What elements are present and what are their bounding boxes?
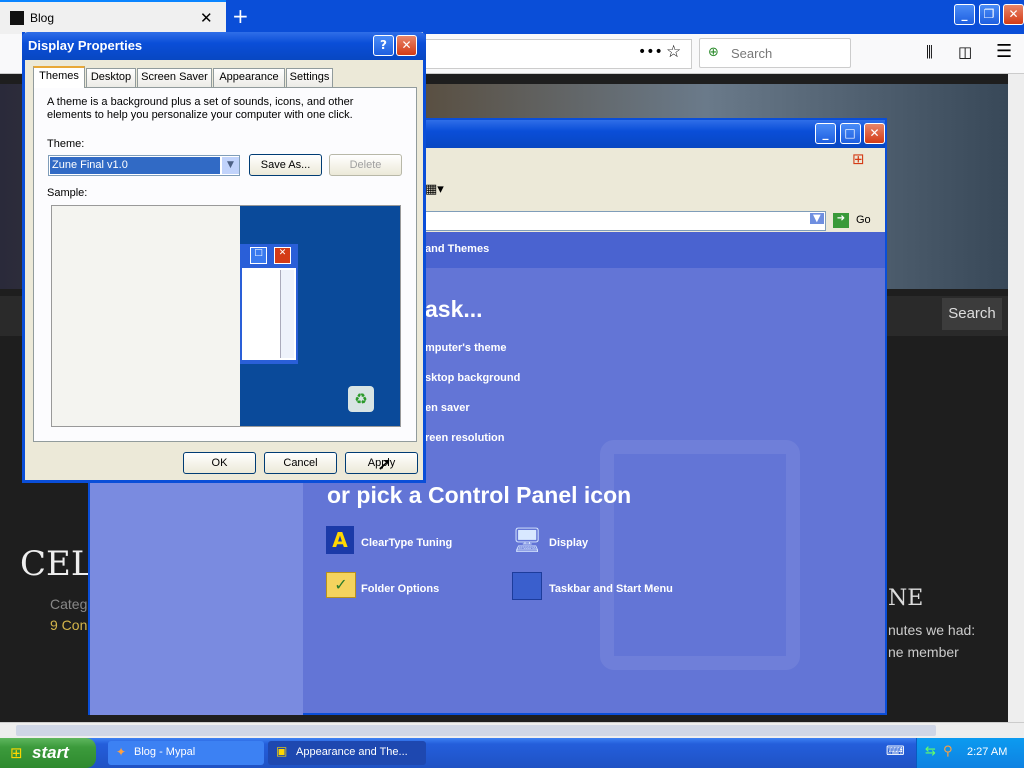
browser-app-icon: ✦ [116, 745, 127, 759]
library-icon[interactable]: ⫼ [926, 43, 933, 61]
taskbar-item-control-panel[interactable]: ▣ Appearance and The... [268, 741, 426, 765]
theme-description: A theme is a background plus a set of so… [47, 96, 354, 121]
icon-heading: or pick a Control Panel icon [327, 482, 632, 508]
window-controls: _ ❐ ✕ [954, 4, 1024, 25]
go-button[interactable]: Go [856, 214, 871, 226]
sample-window: □ ✕ [240, 244, 298, 364]
cleartype-icon[interactable]: A [326, 526, 354, 554]
post-category: Categ [50, 596, 88, 612]
cp-watermark [600, 440, 800, 670]
start-button[interactable]: ⊞ start [0, 738, 96, 768]
sample-restore-icon: □ [250, 247, 267, 264]
taskbar: ⊞ start ✦ Blog - Mypal ▣ Appearance and … [0, 738, 1024, 768]
sample-preview: □ ✕ ♻ [51, 205, 401, 427]
cp-maximize-icon[interactable]: □ [839, 123, 861, 144]
close-icon[interactable]: ✕ [1003, 4, 1024, 25]
site-search-button[interactable]: Search [942, 298, 1002, 330]
cp-window-controls: _ □ ✕ [815, 123, 885, 144]
ok-button[interactable]: OK [183, 452, 256, 474]
taskbar-item-label: Appearance and The... [296, 746, 408, 758]
go-icon[interactable]: ➜ [833, 213, 849, 228]
scroll-thumb[interactable] [16, 725, 936, 736]
cancel-button[interactable]: Cancel [264, 452, 337, 474]
site-favicon-icon [10, 11, 24, 25]
cp-minimize-icon[interactable]: _ [815, 123, 836, 144]
tab-desktop[interactable]: Desktop [86, 68, 136, 87]
tab-appearance[interactable]: Appearance [213, 68, 285, 87]
sample-side-panel [52, 206, 240, 426]
task-theme[interactable]: mputer's theme [425, 342, 506, 354]
dialog-titlebar: Display Properties ? ✕ [22, 32, 426, 60]
windows-logo-icon: ⊞ [10, 744, 23, 762]
system-tray: ⇆ ⚲ 2:27 AM [916, 738, 1024, 768]
control-panel-app-icon: ▣ [276, 744, 288, 758]
clock: 2:27 AM [967, 746, 1008, 758]
theme-select-value: Zune Final v1.0 [50, 157, 220, 174]
vertical-scrollbar[interactable] [1008, 74, 1024, 722]
browser-tabbar: Blog ✕ + _ ❐ ✕ [0, 0, 1024, 34]
task-heading: ask... [425, 296, 483, 322]
side-text-1: nutes we had: [888, 622, 976, 638]
minimize-icon[interactable]: _ [954, 4, 975, 25]
page-actions-icon[interactable]: ••• [638, 44, 663, 60]
task-screen-saver[interactable]: en saver [425, 402, 470, 414]
tab-settings[interactable]: Settings [286, 68, 333, 87]
side-heading: NE [888, 586, 924, 611]
display-icon[interactable]: 🖥 [512, 526, 542, 554]
restore-icon[interactable]: ❐ [978, 4, 1000, 25]
taskbar-item-label: Blog - Mypal [134, 746, 196, 758]
tab-screen-saver[interactable]: Screen Saver [137, 68, 212, 87]
icon-taskbar-start-menu[interactable]: Taskbar and Start Menu [549, 583, 673, 595]
delete-button: Delete [329, 154, 402, 176]
browser-tab[interactable]: Blog ✕ [0, 0, 226, 34]
network-icon[interactable]: ⇆ [925, 744, 936, 759]
horizontal-scrollbar[interactable] [0, 722, 1024, 738]
folder-options-icon[interactable]: ✓ [326, 572, 356, 598]
icon-folder-options[interactable]: Folder Options [361, 583, 439, 595]
start-label: start [32, 743, 69, 762]
dialog-title: Display Properties [28, 38, 143, 53]
search-icon: ⊕ [708, 45, 719, 60]
address-dropdown-icon[interactable]: ▼ [810, 213, 824, 224]
side-text-2: ne member [888, 644, 959, 660]
icon-cleartype[interactable]: ClearType Tuning [361, 537, 452, 549]
recycle-bin-icon: ♻ [348, 386, 374, 412]
windows-flag-icon: ⊞ [852, 150, 865, 168]
tab-panel: A theme is a background plus a set of so… [33, 87, 417, 442]
task-desktop-background[interactable]: sktop background [425, 372, 520, 384]
task-screen-resolution[interactable]: reen resolution [425, 432, 504, 444]
sample-scrollbar [280, 270, 294, 358]
taskbar-start-icon[interactable] [512, 572, 542, 600]
taskbar-item-browser[interactable]: ✦ Blog - Mypal [108, 741, 264, 765]
sample-close-icon: ✕ [274, 247, 291, 264]
search-tray-icon[interactable]: ⚲ [943, 744, 953, 759]
keyboard-icon[interactable]: ⌨ [886, 744, 905, 759]
sidebar-icon[interactable]: ◫ [958, 43, 972, 61]
tab-title: Blog [30, 11, 55, 25]
close-tab-icon[interactable]: ✕ [200, 9, 213, 27]
save-as-button[interactable]: Save As... [249, 154, 322, 176]
dialog-close-icon[interactable]: ✕ [396, 35, 417, 56]
new-tab-icon[interactable]: + [232, 4, 249, 28]
chevron-down-icon[interactable]: ▼ [222, 157, 239, 174]
mouse-cursor-icon: ➚ [377, 454, 393, 475]
bookmark-star-icon[interactable]: ☆ [666, 42, 681, 62]
menu-icon[interactable]: ☰ [996, 41, 1012, 62]
cp-nav-title: and Themes [425, 243, 490, 255]
display-properties-dialog: Display Properties ? ✕ Themes Desktop Sc… [22, 32, 426, 483]
post-comments[interactable]: 9 Con [50, 617, 87, 633]
tab-themes[interactable]: Themes [33, 66, 85, 88]
icon-display[interactable]: Display [549, 537, 588, 549]
cp-close-icon[interactable]: ✕ [864, 123, 885, 144]
theme-label: Theme: [47, 138, 85, 150]
search-box[interactable]: ⊕ Search [699, 38, 851, 68]
sample-desktop: □ ✕ ♻ [240, 206, 400, 426]
help-icon[interactable]: ? [373, 35, 394, 56]
views-icon[interactable]: ▦▾ [425, 182, 444, 197]
sample-label: Sample: [47, 187, 88, 199]
search-placeholder: Search [731, 46, 773, 61]
theme-select[interactable]: Zune Final v1.0 ▼ [48, 155, 240, 176]
